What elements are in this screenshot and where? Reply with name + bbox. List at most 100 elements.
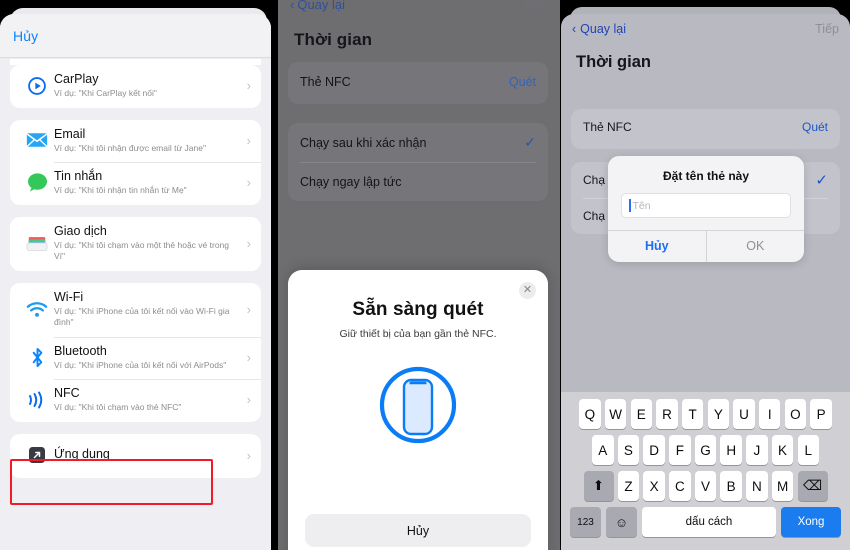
chevron-left-icon: ‹ [572,22,577,36]
list-item[interactable]: Giao dịch Ví dụ: "Khi tôi chạm vào một t… [10,217,261,271]
panel-ready-to-scan: ‹ Quay lại Tiếp Thời gian Thẻ NFC Quét C… [278,0,560,550]
back-button[interactable]: ‹ Quay lại [572,22,626,36]
list-item[interactable]: Email Ví dụ: "Khi tôi nhận được email từ… [10,120,261,163]
alert-ok-button[interactable]: OK [707,231,805,262]
close-icon[interactable]: ✕ [519,282,536,299]
key-x[interactable]: X [643,471,665,501]
chevron-right-icon: › [246,392,251,408]
keyboard-row-4: 123 ☺ dấu cách Xong [561,507,850,537]
key-b[interactable]: B [720,471,742,501]
key-j[interactable]: J [746,435,768,465]
key-c[interactable]: C [669,471,691,501]
key-d[interactable]: D [643,435,665,465]
tag-name-input[interactable]: Tên [621,193,791,218]
name-tag-alert: Đặt tên thẻ này Tên Hủy OK [608,156,804,262]
page-title: Thời gian [294,30,373,49]
nfc-tag-row[interactable]: Thẻ NFC Quét [288,62,548,101]
list-item-nfc[interactable]: NFC Ví dụ: "Khi tôi chạm vào thẻ NFC" › [10,379,261,422]
phone-nfc-icon [288,364,548,446]
wifi-icon [20,301,54,318]
scan-button[interactable]: Quét [802,120,828,134]
nfc-tag-row[interactable]: Thẻ NFC Quét [571,109,840,145]
key-m[interactable]: M [771,471,794,501]
key-y[interactable]: Y [707,399,730,429]
back-label: Quay lại [297,0,346,12]
key-p[interactable]: P [810,399,832,429]
option-row[interactable]: Chạy ngay lập tức [288,162,548,201]
nfc-icon [20,390,54,410]
scan-button[interactable]: Quét [509,75,536,89]
list-item[interactable]: CarPlay Ví dụ: "Khi CarPlay kết nối" › [10,65,261,108]
space-key[interactable]: dấu cách [642,507,776,537]
chevron-left-icon: ‹ [290,0,295,12]
alert-cancel-button[interactable]: Hủy [608,231,707,262]
key-t[interactable]: T [681,399,704,429]
chevron-right-icon: › [246,175,251,191]
key-i[interactable]: I [758,399,781,429]
list-item-title: Bluetooth [54,343,107,358]
navigation-bar: ‹ Quay lại Tiếp [561,14,850,44]
key-f[interactable]: F [669,435,691,465]
key-k[interactable]: K [771,435,794,465]
emoji-key-icon[interactable]: ☺ [606,507,637,537]
list-item-title: CarPlay [54,72,99,86]
trigger-scroll-list[interactable]: CarPlay Ví dụ: "Khi CarPlay kết nối" › E… [0,59,271,550]
on-screen-keyboard[interactable]: Q W E R T Y U I O P A S D F G H J K L ⬆ … [561,392,850,550]
key-a[interactable]: A [592,435,614,465]
list-item-subtitle: Ví dụ: "Khi tôi nhận tin nhắn từ Mẹ" [54,185,187,195]
chevron-right-icon: › [246,301,251,317]
list-item-subtitle: Ví dụ: "Khi tôi nhận được email từ Jane" [54,142,206,153]
group-communication: Email Ví dụ: "Khi tôi nhận được email từ… [10,119,261,205]
key-r[interactable]: R [656,399,678,429]
key-e[interactable]: E [630,399,653,429]
nfc-tag-card: Thẻ NFC Quét [288,62,548,104]
nfc-tag-card: Thẻ NFC Quét [571,109,840,149]
dimmed-background: ‹ Quay lại Tiếp Thời gian Thẻ NFC Quét C… [278,0,560,550]
key-u[interactable]: U [733,399,755,429]
modal-cancel-button[interactable]: Hủy [305,514,531,547]
key-h[interactable]: H [720,435,742,465]
text-caret [629,199,631,212]
ready-to-scan-modal: ✕ Sẵn sàng quét Giữ thiết bị của bạn gần… [288,270,548,550]
key-n[interactable]: N [746,471,768,501]
keyboard-row-3: ⬆ Z X C V B N M ⌫ [561,471,850,501]
key-z[interactable]: Z [617,471,640,501]
option-label: Chạy ngay lập tức [300,174,402,189]
shift-key-icon[interactable]: ⬆ [583,471,614,501]
key-l[interactable]: L [797,435,819,465]
list-item-title: Email [54,126,86,141]
messages-icon [20,173,54,192]
done-key[interactable]: Xong [781,507,841,537]
alert-title: Đặt tên thẻ này [662,169,749,183]
list-item[interactable]: Wi-Fi Ví dụ: "Khi iPhone của tôi kết nối… [10,283,261,337]
nfc-tag-label: Thẻ NFC [300,74,351,89]
page-title: Thời gian [576,53,651,71]
group-apps: Ứng dụng › [10,433,261,478]
list-item-subtitle: Ví dụ: "Khi CarPlay kết nối" [54,88,157,98]
wallet-icon [20,235,54,252]
numbers-key[interactable]: 123 [570,507,601,537]
alert-buttons: Hủy OK [608,230,804,262]
key-q[interactable]: Q [579,399,601,429]
key-g[interactable]: G [694,435,717,465]
list-item[interactable]: Bluetooth Ví dụ: "Khi iPhone của tôi kết… [10,336,261,380]
key-v[interactable]: V [694,471,717,501]
nfc-tag-label: Thẻ NFC [583,120,632,134]
next-button[interactable]: Tiếp [815,22,839,36]
chevron-right-icon: › [246,349,251,365]
backspace-key-icon[interactable]: ⌫ [797,471,828,501]
back-button[interactable]: ‹ Quay lại [290,0,345,12]
list-item[interactable]: Tin nhắn Ví dụ: "Khi tôi nhận tin nhắn t… [10,162,261,205]
option-row[interactable]: Chạy sau khi xác nhận ✓ [288,123,548,162]
key-s[interactable]: S [617,435,640,465]
keyboard-row-1: Q W E R T Y U I O P [561,399,850,429]
key-w[interactable]: W [604,399,627,429]
next-button[interactable]: Tiếp [523,0,548,12]
checkmark-icon: ✓ [815,172,828,189]
navigation-bar: ‹ Quay lại Tiếp [278,0,560,17]
key-o[interactable]: O [784,399,807,429]
cancel-button[interactable]: Hủy [13,28,38,44]
list-item-subtitle: Ví dụ: "Khi iPhone của tôi kết nối với A… [54,359,227,370]
sheet-container: ‹ Quay lại Tiếp Thời gian Thẻ NFC Quét C… [561,14,850,550]
list-item[interactable]: Ứng dụng › [10,434,261,478]
